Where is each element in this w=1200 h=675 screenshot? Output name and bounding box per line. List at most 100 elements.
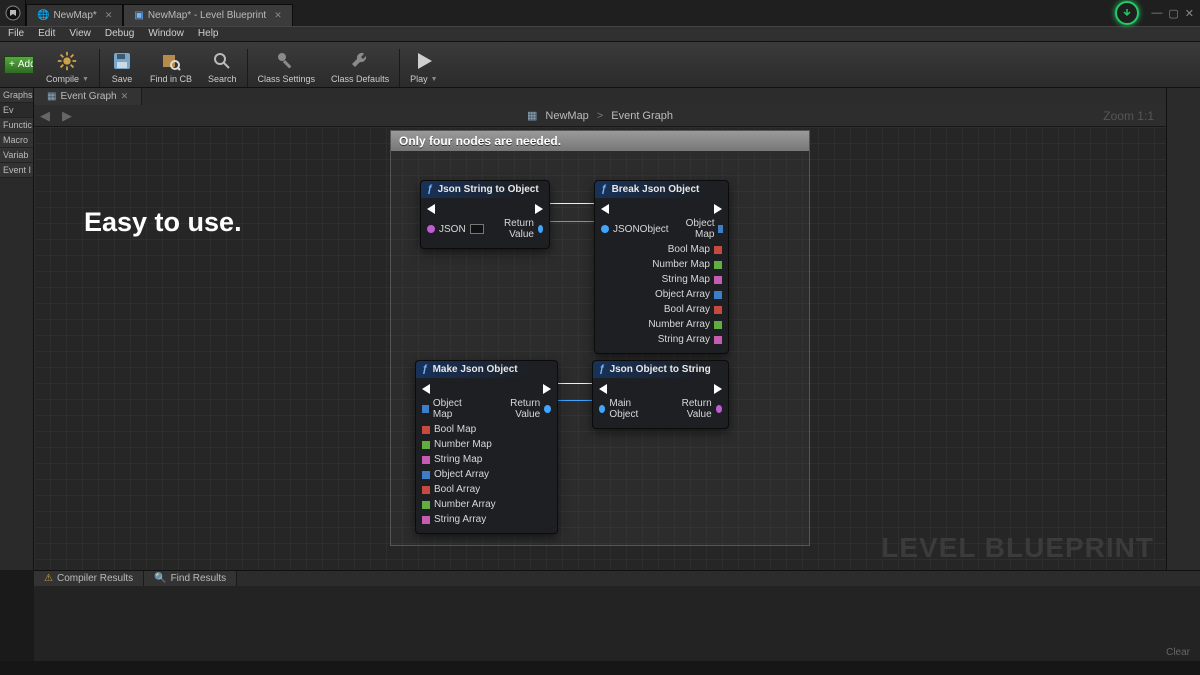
play-label: Play [410,74,428,84]
promo-text: Easy to use. [84,207,242,238]
find-cb-icon [159,50,183,72]
search-label: Search [208,74,237,84]
lp-graphs[interactable]: Graphs [0,88,33,103]
comment-title[interactable]: Only four nodes are needed. [391,131,809,151]
menu-help[interactable]: Help [198,28,219,41]
close-icon[interactable]: ✕ [270,10,282,21]
exec-in-pin[interactable] [599,384,607,394]
maximize-icon[interactable]: ▢ [1168,7,1178,20]
gear-icon [55,50,79,72]
exec-in-pin[interactable] [601,204,609,214]
add-new-button[interactable]: +Add N [4,56,34,74]
nav-forward-icon[interactable]: ▶ [56,108,78,124]
find-results-label: Find Results [171,573,227,584]
exec-in-pin[interactable] [427,204,435,214]
tab-event-graph[interactable]: ▦ Event Graph ✕ [34,88,142,105]
details-panel-collapsed[interactable] [1166,88,1200,570]
class-defaults-button[interactable]: Class Defaults [323,43,397,87]
string-map-pin[interactable]: String Map [662,274,722,285]
lp-macros[interactable]: Macro [0,133,33,148]
object-map-pin[interactable]: Object Map [422,398,477,420]
number-array-pin[interactable]: Number Array [648,319,722,330]
bool-map-pin[interactable]: Bool Map [422,424,476,435]
bc-graph[interactable]: Event Graph [611,110,673,122]
nav-back-icon[interactable]: ◀ [34,108,56,124]
close-icon[interactable]: ✕ [1185,7,1194,20]
tab-find-results[interactable]: 🔍 Find Results [144,571,237,586]
statusbar [0,661,1200,675]
class-settings-button[interactable]: Class Settings [250,43,324,87]
string-array-pin[interactable]: String Array [422,514,486,525]
toolbar: +Add N Compile▼ Save Find in CB Search C… [0,42,1200,88]
divider [247,49,248,87]
bool-array-pin[interactable]: Bool Array [422,484,480,495]
menu-edit[interactable]: Edit [38,28,55,41]
menu-window[interactable]: Window [148,28,184,41]
source-control-icon[interactable] [1115,1,1139,25]
breadcrumb: ▦ NewMap > Event Graph [527,109,673,122]
string-map-pin[interactable]: String Map [422,454,482,465]
tab-compiler-results[interactable]: ⚠ Compiler Results [34,571,144,586]
menu-debug[interactable]: Debug [105,28,134,41]
string-array-pin[interactable]: String Array [658,334,722,345]
number-array-pin[interactable]: Number Array [422,499,496,510]
json-input-pin[interactable]: JSON [427,224,484,235]
exec-out-pin[interactable] [535,204,543,214]
exec-out-pin[interactable] [714,384,722,394]
menu-view[interactable]: View [69,28,91,41]
play-icon [412,50,436,72]
compile-button[interactable]: Compile▼ [38,43,97,87]
close-icon[interactable]: ✕ [101,10,113,21]
function-icon: ƒ [422,364,428,375]
minimize-icon[interactable]: — [1151,7,1162,19]
graph-canvas[interactable]: Easy to use. LEVEL BLUEPRINT Only four n… [34,127,1166,570]
node-json-object-to-string[interactable]: ƒJson Object to String Main Object Retur… [592,360,729,429]
add-new-label: Add N [18,59,34,70]
lp-variables[interactable]: Variab [0,148,33,163]
floppy-icon [110,50,134,72]
results-area: Clear [34,586,1200,662]
main-object-pin[interactable]: Main Object [599,398,652,420]
tab-newmap[interactable]: 🌐 NewMap* ✕ [26,4,123,26]
bc-map[interactable]: NewMap [545,110,588,122]
jsonobject-input-pin[interactable]: JSONObject [601,224,669,235]
exec-in-pin[interactable] [422,384,430,394]
my-blueprint-panel[interactable]: Graphs Ev Functic Macro Variab Event I [0,88,34,570]
graph-area: ▦ Event Graph ✕ ◀ ▶ ▦ NewMap > Event Gra… [34,88,1166,570]
save-button[interactable]: Save [102,43,142,87]
text-input[interactable] [470,224,484,234]
search-button[interactable]: Search [200,43,245,87]
exec-out-pin[interactable] [543,384,551,394]
graph-watermark: LEVEL BLUEPRINT [881,532,1154,564]
class-settings-label: Class Settings [258,74,316,84]
wire-exec [557,383,593,384]
chevron-right-icon: > [597,110,603,122]
menu-file[interactable]: File [8,28,24,41]
node-break-json-object[interactable]: ƒBreak Json Object JSONObject Object Map… [594,180,729,354]
divider [99,49,100,87]
tab-level-blueprint[interactable]: ▣ NewMap* - Level Blueprint ✕ [123,4,292,26]
number-map-pin[interactable]: Number Map [652,259,722,270]
node-title: Json String to Object [438,184,539,195]
find-in-cb-button[interactable]: Find in CB [142,43,200,87]
return-value-pin[interactable]: Return Value [666,398,722,420]
number-map-pin[interactable]: Number Map [422,439,492,450]
object-map-pin[interactable]: Object Map [683,218,724,240]
play-button[interactable]: Play▼ [402,43,445,87]
lp-functions[interactable]: Functic [0,118,33,133]
return-value-pin[interactable]: Return Value [491,398,551,420]
find-cb-label: Find in CB [150,74,192,84]
object-array-pin[interactable]: Object Array [655,289,722,300]
return-value-pin[interactable]: Return Value [498,218,543,240]
node-title: Break Json Object [612,184,700,195]
exec-out-pin[interactable] [714,204,722,214]
lp-event-dispatchers[interactable]: Event I [0,163,33,178]
bool-map-pin[interactable]: Bool Map [668,244,722,255]
node-make-json-object[interactable]: ƒMake Json Object Object Map Return Valu… [415,360,558,534]
close-icon[interactable]: ✕ [121,91,129,102]
clear-button[interactable]: Clear [1166,647,1190,658]
node-json-string-to-object[interactable]: ƒJson String to Object JSON Return Value [420,180,550,249]
object-array-pin[interactable]: Object Array [422,469,489,480]
lp-eventgraph[interactable]: Ev [0,103,33,118]
bool-array-pin[interactable]: Bool Array [664,304,722,315]
